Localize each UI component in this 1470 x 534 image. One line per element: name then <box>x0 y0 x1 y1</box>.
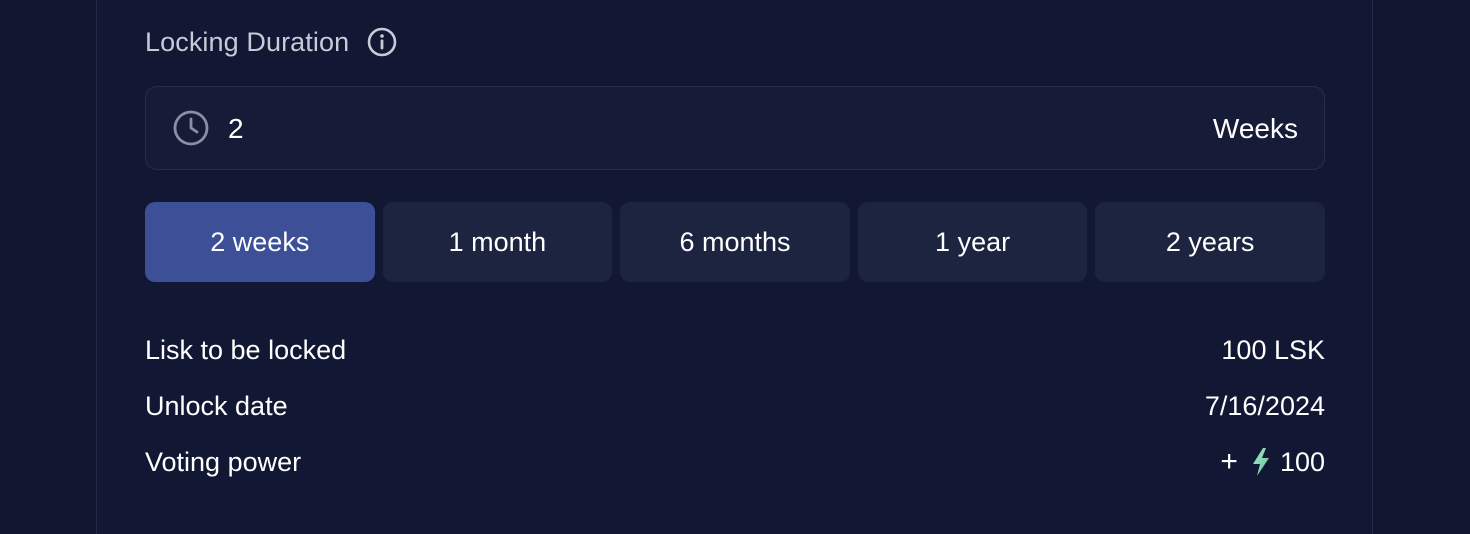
preset-2-years-button[interactable]: 2 years <box>1095 202 1325 282</box>
locking-duration-label: Locking Duration <box>145 26 350 57</box>
summary-row-lisk: Lisk to be locked 100 LSK <box>145 322 1325 378</box>
unlock-date-label: Unlock date <box>145 390 288 421</box>
preset-6-months-button[interactable]: 6 months <box>620 202 850 282</box>
info-icon[interactable] <box>366 26 398 58</box>
locking-duration-input[interactable]: 2 Weeks <box>145 86 1325 170</box>
voting-power-label: Voting power <box>145 446 302 477</box>
preset-1-month-button[interactable]: 1 month <box>382 202 613 282</box>
preset-1-year-button[interactable]: 1 year <box>857 202 1088 282</box>
duration-unit: Weeks <box>1212 113 1298 144</box>
page: Locking Duration 2 Weeks 2 weeks 1 month… <box>0 0 1470 534</box>
voting-power-value: 100 <box>1279 446 1325 477</box>
duration-value[interactable]: 2 <box>228 87 244 171</box>
duration-presets: 2 weeks 1 month 6 months 1 year 2 years <box>145 202 1325 282</box>
lightning-icon <box>1250 447 1272 477</box>
lisk-to-be-locked-label: Lisk to be locked <box>145 334 347 365</box>
lisk-to-be-locked-value: 100 LSK <box>1221 334 1325 365</box>
summary-row-unlock: Unlock date 7/16/2024 <box>145 378 1325 434</box>
unlock-date-value: 7/16/2024 <box>1204 390 1325 421</box>
clock-icon <box>172 109 210 147</box>
locking-duration-header: Locking Duration <box>145 24 398 60</box>
summary-row-voting: Voting power + 100 <box>145 434 1325 490</box>
voting-power-value-group: + 100 <box>1220 445 1325 479</box>
preset-2-weeks-button[interactable]: 2 weeks <box>145 202 375 282</box>
lock-summary: Lisk to be locked 100 LSK Unlock date 7/… <box>145 322 1325 490</box>
plus-sign: + <box>1220 445 1238 478</box>
